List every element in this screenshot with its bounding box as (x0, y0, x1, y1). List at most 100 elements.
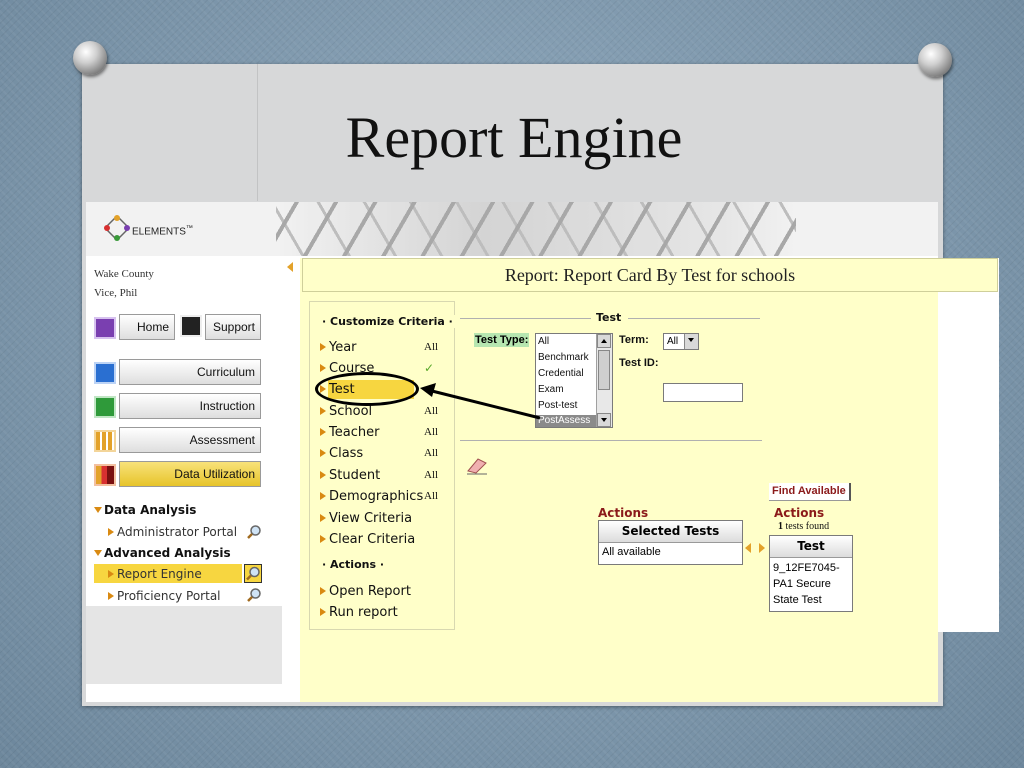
tree-data-analysis[interactable]: Data Analysis (94, 503, 196, 517)
tree-advanced-analysis[interactable]: Advanced Analysis (94, 546, 231, 560)
available-tests-table: Test 9_12FE7045-PA1 Secure State Test (769, 535, 853, 612)
move-left-arrow-icon[interactable] (745, 543, 751, 553)
criteria-demographics-value: All (424, 490, 439, 502)
move-right-arrow-icon[interactable] (759, 543, 765, 553)
criteria-teacher[interactable]: Teacher (320, 425, 379, 440)
bullet-triangle-icon (320, 535, 326, 543)
criteria-student[interactable]: Student (320, 468, 380, 483)
report-engine-search-button[interactable] (244, 564, 262, 583)
tree-administrator-portal[interactable]: Administrator Portal (108, 525, 237, 539)
selected-tests-cell[interactable]: All available (602, 546, 661, 558)
bullet-triangle-icon (108, 570, 114, 578)
fieldset-rule (460, 440, 762, 441)
user-district: Wake County (94, 268, 154, 280)
tree-proficiency-portal[interactable]: Proficiency Portal (108, 589, 221, 603)
test-type-option[interactable]: Post-test (538, 400, 577, 411)
criteria-student-value: All (424, 469, 439, 481)
listbox-scrollbar[interactable] (596, 334, 612, 427)
assessment-icon[interactable] (94, 430, 116, 452)
criteria-school[interactable]: School (320, 404, 372, 419)
test-type-option[interactable]: Benchmark (538, 352, 589, 363)
open-report-action[interactable]: Open Report (320, 584, 411, 599)
criteria-clear-criteria[interactable]: Clear Criteria (320, 532, 415, 547)
test-fieldset-legend: Test (596, 311, 622, 324)
tests-found-count: 1 tests found (778, 521, 830, 532)
tree-report-engine[interactable]: Report Engine (108, 567, 202, 581)
selected-actions-label[interactable]: Actions (598, 506, 648, 520)
course-check-icon: ✓ (424, 361, 435, 375)
brand-name: ELEMENTS™ (132, 225, 193, 238)
pushpin-icon (918, 43, 952, 77)
bullet-triangle-icon (320, 343, 326, 351)
bullet-triangle-icon (108, 592, 114, 600)
bullet-triangle-icon (320, 492, 326, 500)
test-type-listbox[interactable]: All Benchmark Credential Exam Post-test … (535, 333, 613, 428)
bullet-triangle-icon (320, 471, 326, 479)
assessment-button[interactable]: Assessment (119, 427, 261, 453)
slide-title: Report Engine (345, 105, 683, 170)
panel-margin (938, 258, 999, 632)
expanded-triangle-icon (94, 550, 102, 556)
steel-structure-image (276, 202, 796, 256)
callout-ellipse (315, 372, 419, 406)
support-icon[interactable] (180, 315, 202, 337)
bullet-triangle-icon (320, 449, 326, 457)
report-title: Report: Report Card By Test for schools (302, 258, 998, 292)
criteria-year[interactable]: Year (320, 340, 357, 355)
test-id-input[interactable] (663, 383, 743, 402)
fieldset-rule (460, 318, 591, 319)
curriculum-icon[interactable] (94, 362, 116, 384)
criteria-class-value: All (424, 447, 439, 459)
test-type-label: Test Type: (474, 333, 530, 347)
pushpin-icon (73, 41, 107, 75)
selected-tests-header: Selected Tests (599, 521, 742, 543)
bullet-triangle-icon (108, 528, 114, 536)
test-type-option-selected[interactable]: PostAssess (536, 415, 597, 427)
available-actions-label[interactable]: Actions (774, 506, 824, 520)
dropdown-arrow[interactable] (684, 334, 698, 349)
user-name: Vice, Phil (94, 287, 138, 299)
arrow-down-icon (601, 418, 607, 422)
sidebar-empty-area (86, 606, 282, 684)
home-button[interactable]: Home (119, 314, 175, 340)
test-type-option[interactable]: Credential (538, 368, 584, 379)
fieldset-rule (628, 318, 760, 319)
run-report-action[interactable]: Run report (320, 605, 398, 620)
scroll-up-button[interactable] (597, 334, 611, 348)
data-utilization-button[interactable]: Data Utilization (119, 461, 261, 487)
criteria-teacher-value: All (424, 426, 439, 438)
home-icon[interactable] (94, 317, 116, 339)
criteria-year-value: All (424, 341, 439, 353)
bullet-triangle-icon (320, 587, 326, 595)
collapse-sidebar-icon[interactable] (287, 262, 293, 272)
bullet-triangle-icon (320, 428, 326, 436)
available-test-row[interactable]: 9_12FE7045-PA1 Secure State Test (773, 560, 851, 608)
app-header-banner (86, 202, 938, 256)
magnifier-icon[interactable] (246, 524, 262, 540)
term-label: Term: (619, 334, 649, 346)
criteria-view-criteria[interactable]: View Criteria (320, 511, 412, 526)
test-id-label: Test ID: (619, 357, 659, 369)
term-select[interactable]: All (663, 333, 699, 350)
criteria-actions-heading: · Actions · (320, 558, 387, 571)
expanded-triangle-icon (94, 507, 102, 513)
magnifier-icon[interactable] (246, 587, 262, 603)
instruction-icon[interactable] (94, 396, 116, 418)
scroll-down-button[interactable] (597, 413, 611, 427)
instruction-button[interactable]: Instruction (119, 393, 261, 419)
support-button[interactable]: Support (205, 314, 261, 340)
bullet-triangle-icon (320, 407, 326, 415)
test-type-option[interactable]: All (538, 336, 549, 347)
test-type-option[interactable]: Exam (538, 384, 564, 395)
curriculum-button[interactable]: Curriculum (119, 359, 261, 385)
test-column-header: Test (770, 536, 852, 558)
data-utilization-icon[interactable] (94, 464, 116, 486)
bullet-triangle-icon (320, 608, 326, 616)
criteria-class[interactable]: Class (320, 446, 363, 461)
scroll-thumb[interactable] (598, 350, 610, 390)
criteria-demographics[interactable]: Demographics (320, 489, 423, 504)
eraser-icon[interactable] (466, 455, 488, 475)
criteria-school-value: All (424, 405, 439, 417)
find-available-button[interactable]: Find Available (769, 483, 851, 501)
term-value: All (667, 336, 679, 347)
